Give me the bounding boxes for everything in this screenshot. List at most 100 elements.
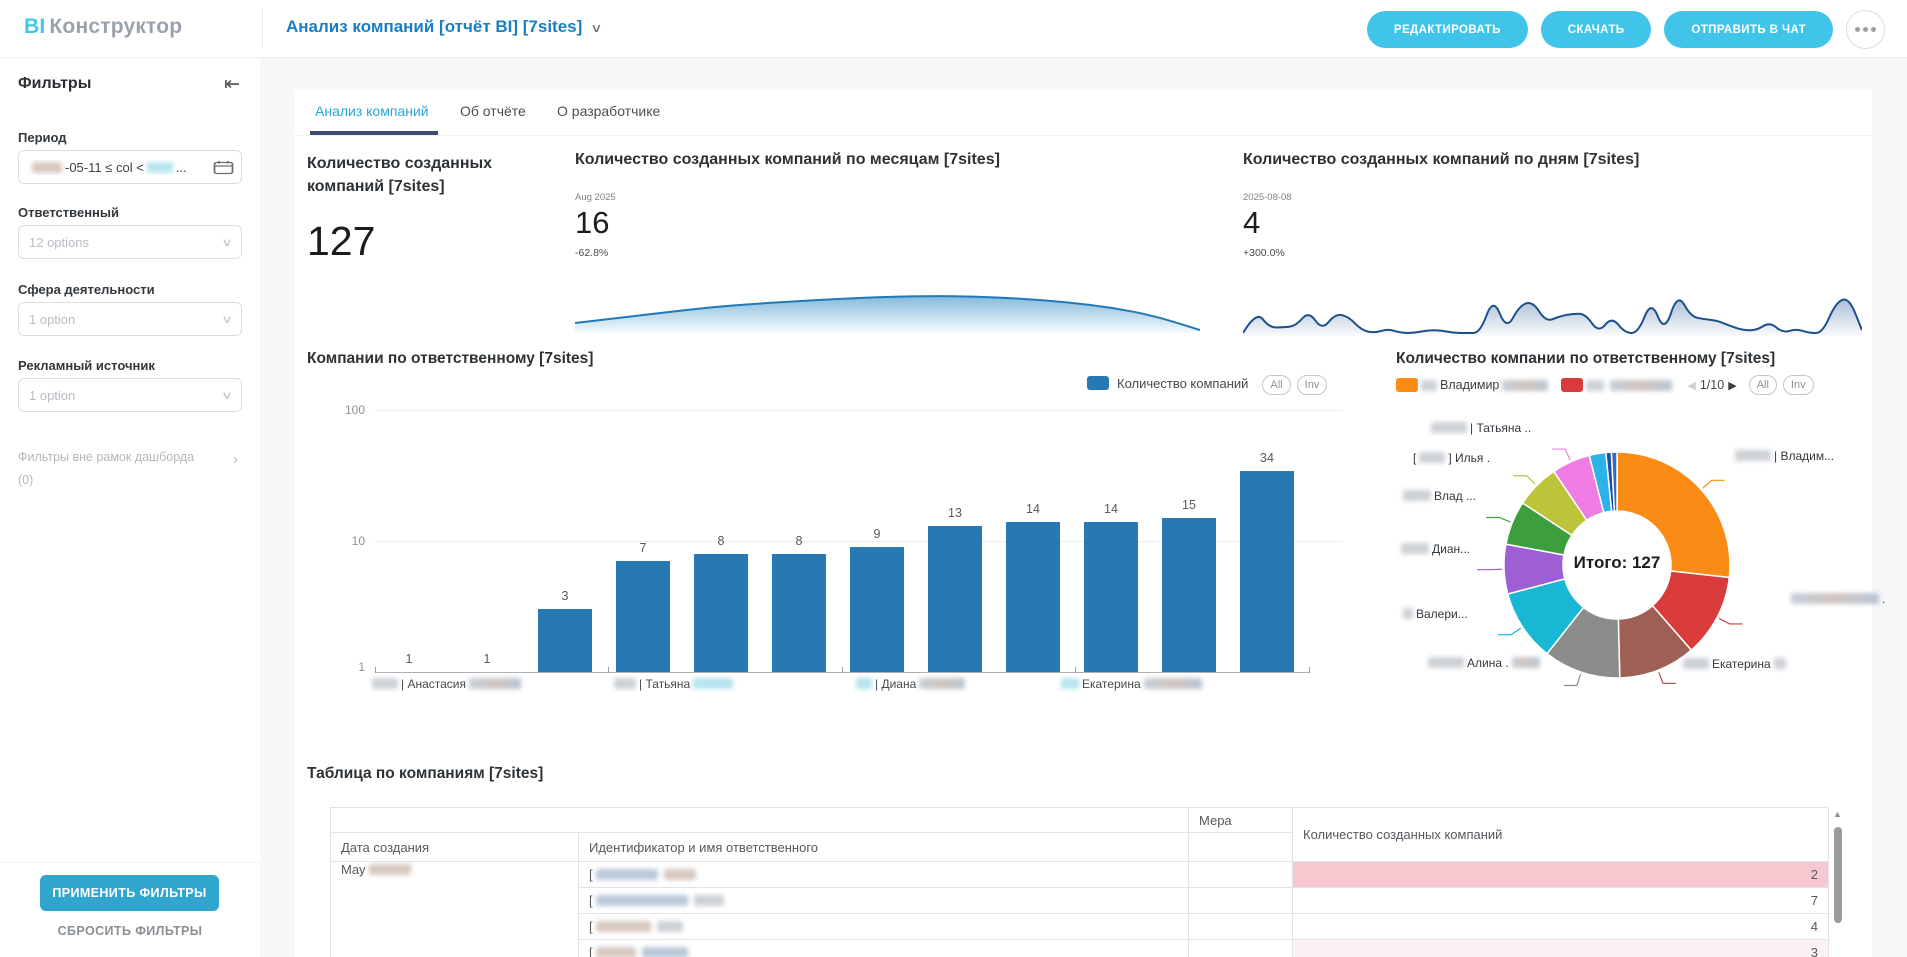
legend-swatch: [1087, 376, 1109, 390]
bar[interactable]: [772, 554, 826, 672]
ad-source-value: 1 option: [29, 388, 75, 403]
responsible-cell: [: [579, 888, 1189, 914]
period-input[interactable]: -05-11 ≤ col <...: [18, 150, 242, 184]
bar[interactable]: [538, 609, 592, 672]
invert-selection-button[interactable]: Inv: [1783, 375, 1814, 395]
donut-label-ekaterina: Екатерина: [1680, 657, 1789, 671]
report-title[interactable]: Анализ компаний [отчёт BI] [7sites]∨: [286, 17, 601, 37]
send-to-chat-button[interactable]: ОТПРАВИТЬ В ЧАТ: [1664, 11, 1833, 48]
bar-value-label: 15: [1162, 498, 1216, 512]
donut-label-tatyana: | Татьяна ..: [1428, 421, 1531, 435]
responsible-cell: [: [579, 940, 1189, 957]
bar[interactable]: [1006, 522, 1060, 672]
select-all-button[interactable]: All: [1749, 375, 1777, 395]
topbar-actions: РЕДАКТИРОВАТЬ СКАЧАТЬ ОТПРАВИТЬ В ЧАТ: [1367, 10, 1885, 49]
donut-label-valeri: Валери...: [1400, 607, 1468, 621]
kpi-total-title: Количество созданных компаний [7sites]: [307, 152, 557, 198]
logo-name: Конструктор: [49, 15, 182, 38]
filters-sidebar: Фильтры ⇤ Период -05-11 ≤ col <... Ответ…: [0, 57, 261, 957]
more-options-button[interactable]: [1846, 10, 1885, 49]
donut-label-dian: Диан...: [1398, 542, 1470, 556]
kpi-daily-title: Количество созданных компаний по дням [7…: [1243, 148, 1639, 171]
bar[interactable]: [850, 547, 904, 672]
measure-cell: [1189, 914, 1293, 940]
bar[interactable]: [1162, 518, 1216, 672]
active-tab-underline: [310, 131, 438, 135]
divider: [262, 9, 263, 48]
bar[interactable]: [1084, 522, 1138, 672]
donut-label-blurred: .: [1788, 592, 1885, 606]
activity-label: Сфера деятельности: [18, 282, 155, 297]
tab-analysis[interactable]: Анализ компаний: [315, 103, 429, 119]
collapse-sidebar-icon[interactable]: ⇤: [224, 73, 240, 96]
ellipsis-icon: [1855, 27, 1860, 32]
donut-label-alina: Алина .: [1425, 656, 1543, 670]
outer-filters-label: Фильтры вне рамок дашборда: [18, 450, 194, 464]
tab-about-report[interactable]: Об отчёте: [460, 103, 526, 119]
page-prev-button[interactable]: ◀: [1687, 379, 1695, 392]
download-button[interactable]: СКАЧАТЬ: [1541, 11, 1652, 48]
donut-leader-line: [1703, 480, 1725, 488]
header-empty-cell: [1189, 833, 1293, 862]
activity-select[interactable]: 1 option ∨: [18, 302, 242, 336]
bar[interactable]: [616, 561, 670, 672]
kpi-daily-value: 4: [1243, 205, 1260, 241]
daily-sparkline-chart: [1243, 290, 1862, 336]
app-logo: BIКонструктор: [24, 15, 182, 39]
outer-filters-link[interactable]: Фильтры вне рамок дашборда ›: [18, 450, 242, 464]
donut-label-vlad: Влад ...: [1400, 489, 1476, 503]
chevron-down-icon: ∨: [221, 389, 233, 402]
outer-filters-count: (0): [18, 473, 33, 487]
page-next-button[interactable]: ▶: [1728, 379, 1736, 392]
bar-value-label: 13: [928, 506, 982, 520]
donut-chart-title: Количество компании по ответственному [7…: [1396, 350, 1775, 368]
scrollbar-thumb[interactable]: [1834, 827, 1842, 923]
kpi-monthly-title: Количество созданных компаний по месяцам…: [575, 148, 1000, 171]
donut-center-label: Итого: 127: [1537, 553, 1697, 573]
donut-leader-line: [1498, 628, 1521, 635]
kpi-daily-delta: +300.0%: [1243, 247, 1285, 259]
bar-value-label: 3: [538, 589, 592, 603]
bar-chart-title: Компании по ответственному [7sites]: [307, 350, 593, 368]
y-axis-tick: 100: [327, 403, 365, 417]
blurred-text: [32, 162, 62, 173]
tab-about-developer[interactable]: О разработчике: [557, 103, 660, 119]
date-cell: May: [331, 862, 579, 957]
donut-leader-line: [1486, 517, 1510, 521]
measure-cell: [1189, 862, 1293, 888]
edit-button[interactable]: РЕДАКТИРОВАТЬ: [1367, 11, 1528, 48]
date-column-header: Дата создания: [331, 833, 579, 862]
x-axis-label: | Анастасия: [369, 677, 524, 691]
topbar: BIКонструктор Анализ компаний [отчёт BI]…: [0, 0, 1907, 58]
kpi-total-value: 127: [307, 218, 375, 265]
chevron-down-icon[interactable]: ∨: [591, 21, 603, 35]
table-title: Таблица по компаниям [7sites]: [307, 765, 543, 783]
select-all-button[interactable]: All: [1262, 375, 1290, 395]
invert-selection-button[interactable]: Inv: [1297, 375, 1328, 395]
bar[interactable]: [1240, 471, 1294, 672]
table-row[interactable]: May [ 2: [331, 862, 1829, 888]
chevron-right-icon: ›: [233, 451, 238, 468]
bar[interactable]: [694, 554, 748, 672]
period-value: -05-11 ≤ col <...: [29, 160, 187, 175]
responsible-select[interactable]: 12 options ∨: [18, 225, 242, 259]
bar-value-label: 34: [1240, 451, 1294, 465]
legend-entry-text: Владимир: [1440, 378, 1499, 392]
bar-value-label: 8: [772, 534, 826, 548]
header-empty-cell: [331, 808, 1189, 833]
table-scrollbar[interactable]: ▲: [1831, 807, 1845, 957]
ad-source-select[interactable]: 1 option ∨: [18, 378, 242, 412]
donut-leader-line: [1552, 449, 1570, 460]
monthly-sparkline-chart: [575, 293, 1200, 333]
bar[interactable]: [928, 526, 982, 672]
count-column-header: Количество созданных компаний: [1293, 808, 1829, 862]
legend-swatch: [1396, 378, 1418, 392]
bar-value-label: 14: [1006, 502, 1060, 516]
apply-filters-button[interactable]: ПРИМЕНИТЬ ФИЛЬТРЫ: [40, 875, 219, 911]
responsible-cell: [: [579, 914, 1189, 940]
reset-filters-button[interactable]: СБРОСИТЬ ФИЛЬТРЫ: [0, 923, 260, 939]
legend-label: Количество компаний: [1117, 376, 1248, 391]
scroll-up-icon[interactable]: ▲: [1833, 809, 1842, 819]
bar-value-label: 1: [460, 652, 514, 666]
count-cell: 4: [1293, 914, 1829, 940]
